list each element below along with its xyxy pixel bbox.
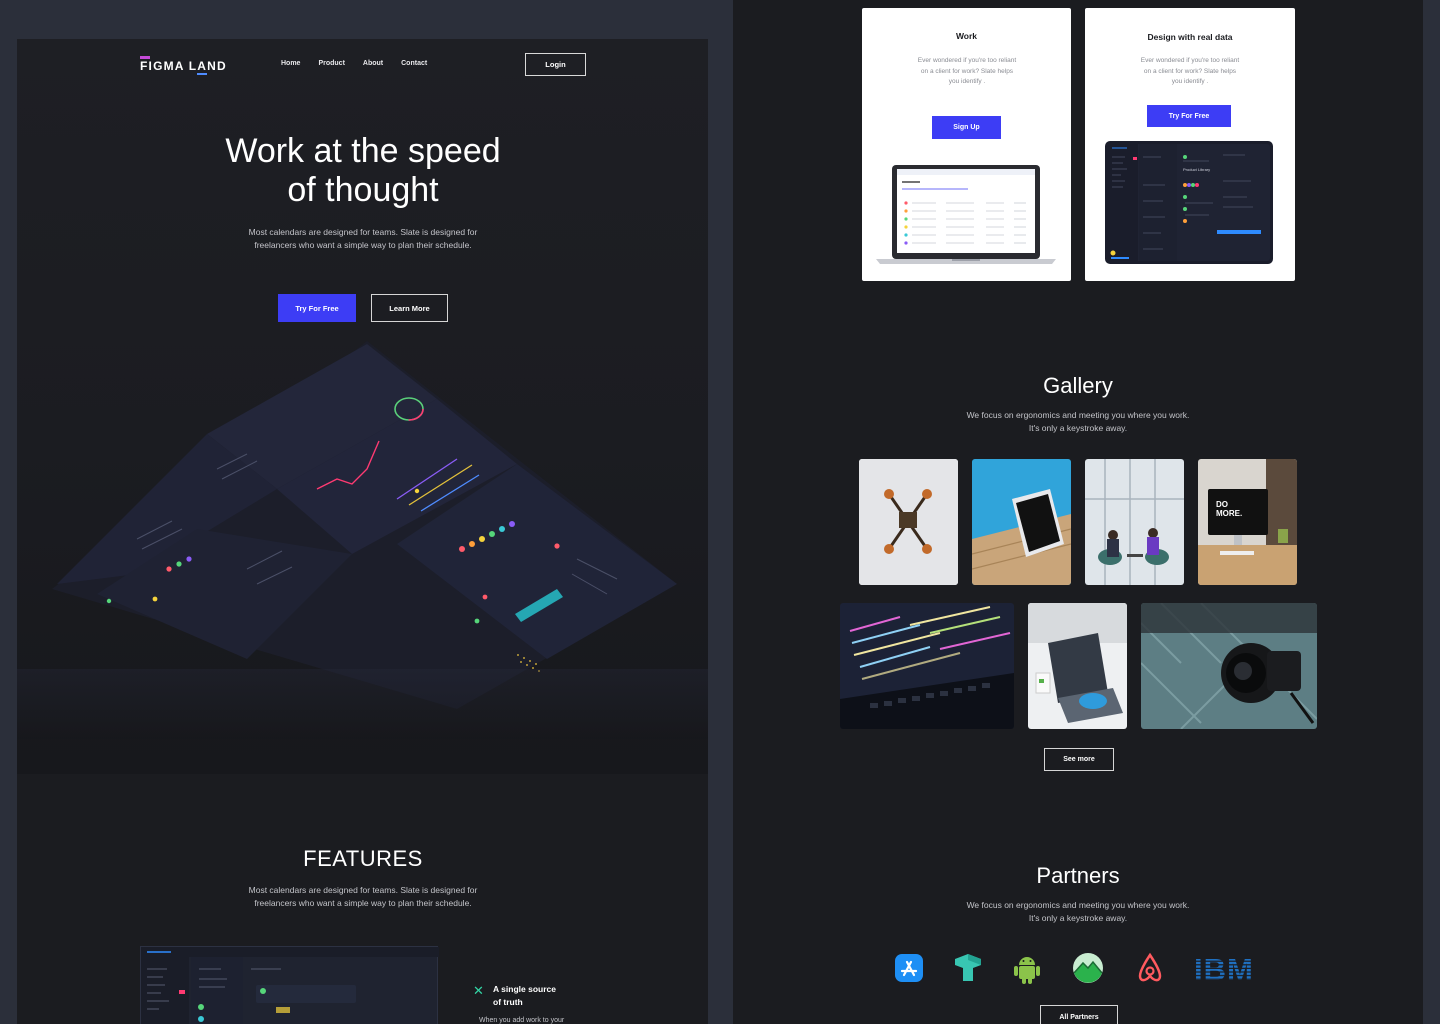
features-subtitle-line2: freelancers who want a simple way to pla… xyxy=(254,898,472,908)
feature-heading: A single source of truth xyxy=(493,983,603,1009)
airbnb-icon[interactable] xyxy=(1135,951,1165,985)
gallery-image-drone[interactable] xyxy=(859,459,958,585)
gallery-title: Gallery xyxy=(1043,373,1113,398)
figma-land-logo[interactable]: FIGMA LAND xyxy=(140,56,227,75)
logo-text-part3: ND xyxy=(207,59,227,73)
card-text: Ever wondered if you're too reliant on a… xyxy=(902,56,1032,88)
nav-about[interactable]: About xyxy=(363,60,383,67)
feature-heading-line2: of truth xyxy=(493,997,523,1007)
gallery-image-laptop-hands[interactable] xyxy=(1028,603,1127,729)
see-more-button[interactable]: See more xyxy=(1044,748,1114,771)
gallery-image-code-screen[interactable] xyxy=(840,603,1014,729)
landing-page-frame-2: Work Ever wondered if you're too reliant… xyxy=(733,0,1423,1024)
feature-text: When you add work to your xyxy=(479,1017,565,1024)
hero-subtitle: Most calendars are designed for teams. S… xyxy=(229,226,497,252)
card-title: Design with real data xyxy=(1147,32,1233,42)
card-text-line1: Ever wondered if you're too reliant xyxy=(917,57,1017,64)
gallery-subtitle-line1: We focus on ergonomics and meeting you w… xyxy=(966,410,1190,420)
svg-text:MORE.: MORE. xyxy=(1216,509,1242,518)
nav-contact[interactable]: Contact xyxy=(401,60,427,67)
isometric-dashboard-illustration xyxy=(17,339,708,739)
hero-section: FIGMA LAND Home Product About Contact Lo… xyxy=(17,39,708,774)
partners-subtitle: We focus on ergonomics and meeting you w… xyxy=(928,899,1228,925)
all-partners-button[interactable]: All Partners xyxy=(1040,1005,1118,1024)
login-button[interactable]: Login xyxy=(525,53,586,76)
laptop-mockup xyxy=(876,163,1056,271)
learn-more-button[interactable]: Learn More xyxy=(371,294,448,322)
card-text-line3: you identify . xyxy=(948,78,986,85)
partners-subtitle-line1: We focus on ergonomics and meeting you w… xyxy=(966,900,1190,910)
features-subtitle: Most calendars are designed for teams. S… xyxy=(229,884,497,910)
logo-text-part1: FIGMA L xyxy=(140,59,198,73)
partners-subtitle-line2: It's only a keystroke away. xyxy=(1028,913,1128,923)
android-icon[interactable] xyxy=(1011,951,1043,985)
partners-title: Partners xyxy=(1036,863,1120,888)
try-for-free-button[interactable]: Try For Free xyxy=(278,294,356,322)
features-subtitle-line1: Most calendars are designed for teams. S… xyxy=(248,885,478,895)
hero-subtitle-line1: Most calendars are designed for teams. S… xyxy=(248,227,478,237)
nav-home[interactable]: Home xyxy=(281,60,300,67)
card-text-line2: on a client for work? Slate helps xyxy=(1143,67,1237,75)
try-for-free-card-button[interactable]: Try For Free xyxy=(1147,105,1231,127)
gallery-image-do-more-desk[interactable]: DO MORE. xyxy=(1198,459,1297,585)
ibm-logo-text: IBM xyxy=(1194,952,1254,985)
features-app-screenshot xyxy=(140,946,439,1024)
work-card: Work Ever wondered if you're too reliant… xyxy=(862,8,1071,281)
codepen-t-icon[interactable] xyxy=(953,951,983,985)
hero-subtitle-line2: freelancers who want a simple way to pla… xyxy=(254,240,472,250)
gallery-image-camera[interactable] xyxy=(1141,603,1317,729)
card-title: Work xyxy=(955,31,978,41)
features-title: FEATURES xyxy=(303,846,423,871)
hero-title-line2: of thought xyxy=(287,171,439,209)
feature-heading-line1: A single source xyxy=(493,984,556,994)
tools-icon: ✕ xyxy=(473,983,484,998)
nav-product[interactable]: Product xyxy=(318,60,344,67)
app-store-icon[interactable] xyxy=(894,951,924,985)
sign-up-button[interactable]: Sign Up xyxy=(932,116,1001,139)
basecamp-icon[interactable] xyxy=(1071,951,1105,985)
hero-title-line1: Work at the speed xyxy=(225,132,501,170)
card-text-line2: on a client for work? Slate helps xyxy=(920,67,1014,75)
dark-app-mockup: Product Library xyxy=(1105,141,1273,269)
card-text-line3: you identify . xyxy=(1171,78,1209,85)
logo-text-part2: A xyxy=(197,59,208,75)
gallery-image-tablet-pool[interactable] xyxy=(972,459,1071,585)
landing-page-frame: FIGMA LAND Home Product About Contact Lo… xyxy=(17,39,708,1024)
top-nav: Home Product About Contact xyxy=(281,60,427,67)
gallery-image-office-meeting[interactable] xyxy=(1085,459,1184,585)
card-text-line1: Ever wondered if you're too reliant xyxy=(1140,57,1240,64)
logo-accent-bar xyxy=(140,56,150,59)
design-card: Design with real data Ever wondered if y… xyxy=(1085,8,1295,281)
hero-title: Work at the speed of thought xyxy=(187,132,539,210)
gallery-subtitle: We focus on ergonomics and meeting you w… xyxy=(928,409,1228,435)
ibm-logo[interactable]: IBM xyxy=(1193,951,1261,987)
svg-text:Product Library: Product Library xyxy=(1183,167,1210,172)
gallery-subtitle-line2: It's only a keystroke away. xyxy=(1028,423,1128,433)
svg-text:DO: DO xyxy=(1216,500,1228,509)
card-text: Ever wondered if you're too reliant on a… xyxy=(1125,56,1255,88)
